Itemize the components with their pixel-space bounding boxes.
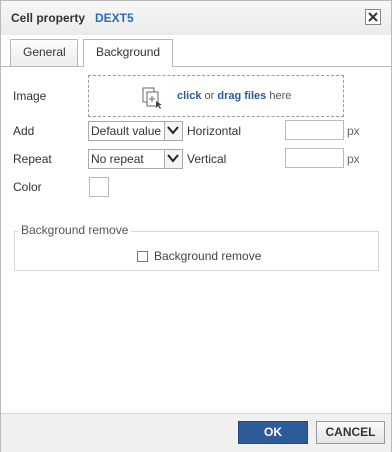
- vertical-label: Vertical: [187, 152, 227, 166]
- image-label: Image: [13, 89, 47, 103]
- horizontal-label: Horizontal: [187, 124, 242, 138]
- color-label: Color: [13, 180, 42, 194]
- close-icon: [368, 12, 378, 22]
- color-swatch[interactable]: [89, 177, 109, 197]
- chevron-down-icon[interactable]: [164, 150, 182, 168]
- tab-bar: General Background: [1, 35, 391, 67]
- chevron-down-icon[interactable]: [164, 122, 182, 140]
- dropzone-text: click or drag files here: [177, 90, 291, 102]
- tab-general[interactable]: General: [10, 39, 78, 66]
- close-button[interactable]: [365, 9, 381, 25]
- file-upload-icon: [142, 87, 162, 109]
- dialog-doc-name: DEXT5: [95, 11, 134, 25]
- dialog-titlebar: Cell property DEXT5: [1, 1, 391, 36]
- tab-background[interactable]: Background: [83, 39, 173, 67]
- add-select[interactable]: Default value: [88, 121, 183, 141]
- cell-property-dialog: Cell property DEXT5 General Background I…: [0, 0, 392, 452]
- repeat-select-value: No repeat: [91, 152, 144, 166]
- repeat-select[interactable]: No repeat: [88, 149, 183, 169]
- dropzone-here-text: here: [266, 90, 292, 102]
- repeat-label: Repeat: [13, 152, 52, 166]
- background-remove-checkbox-label[interactable]: Background remove: [154, 249, 261, 263]
- ok-button[interactable]: OK: [238, 421, 308, 444]
- dropzone-or-text: or: [201, 90, 218, 102]
- dropzone-drag-text: drag files: [217, 90, 267, 102]
- dropzone-click-text[interactable]: click: [177, 90, 201, 102]
- add-select-value: Default value: [91, 124, 162, 138]
- dialog-title: Cell property: [11, 11, 86, 25]
- horizontal-unit: px: [347, 124, 360, 138]
- vertical-unit: px: [347, 152, 360, 166]
- background-remove-legend: Background remove: [18, 223, 132, 237]
- horizontal-input[interactable]: [285, 120, 344, 140]
- vertical-input[interactable]: [285, 148, 344, 168]
- background-remove-checkbox[interactable]: [137, 251, 148, 262]
- add-label: Add: [13, 124, 35, 138]
- image-dropzone[interactable]: click or drag files here: [88, 75, 344, 117]
- cancel-button[interactable]: CANCEL: [316, 421, 385, 444]
